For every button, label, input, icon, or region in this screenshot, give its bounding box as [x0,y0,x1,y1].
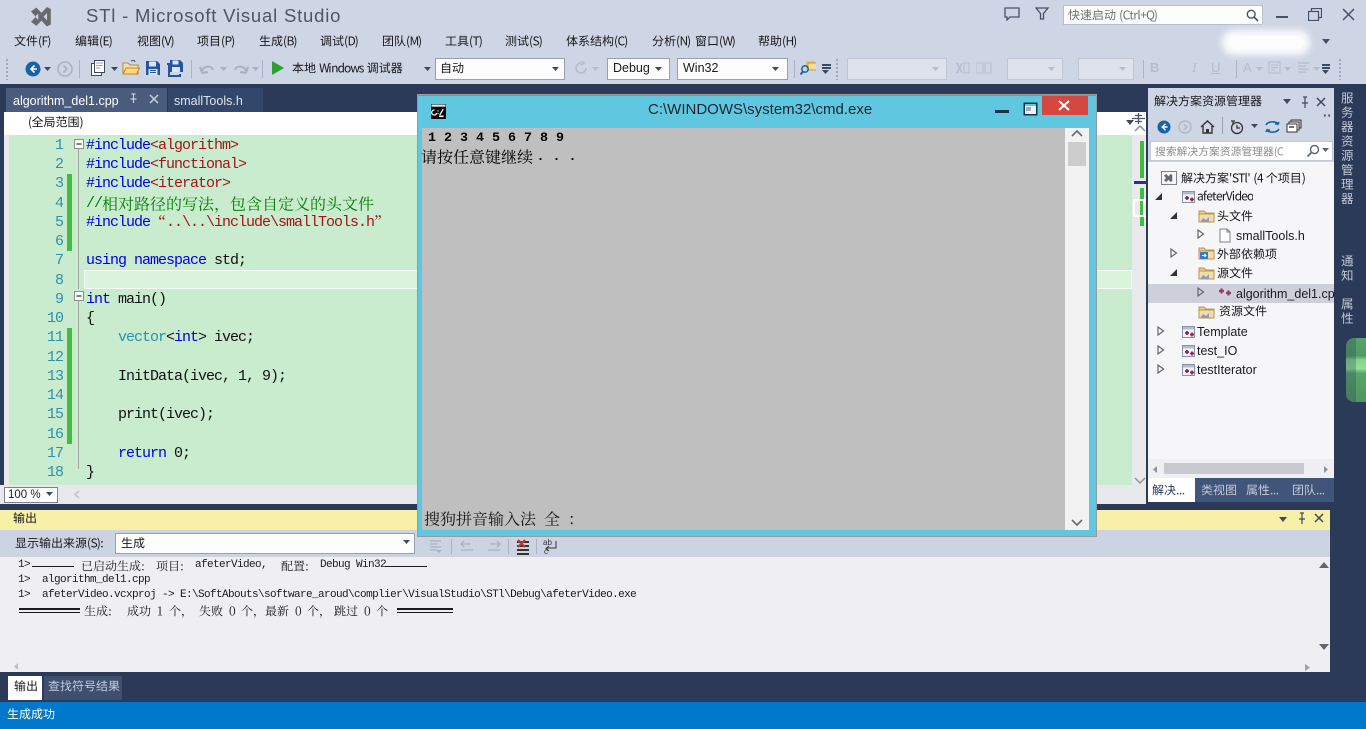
svg-text:ab: ab [543,538,552,547]
svg-text:c: c [544,547,548,555]
